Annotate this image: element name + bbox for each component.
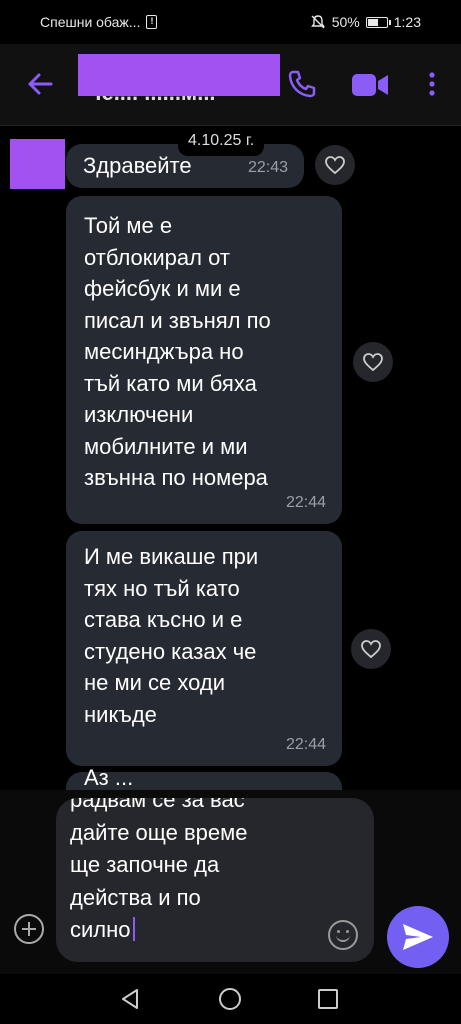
- message-bubble-partial[interactable]: Аз ...: [66, 765, 342, 792]
- emoji-icon[interactable]: [328, 920, 358, 950]
- send-button[interactable]: [387, 906, 449, 968]
- nav-recents-icon[interactable]: [318, 989, 338, 1009]
- like-button[interactable]: [353, 342, 393, 382]
- more-options-icon[interactable]: [420, 68, 444, 100]
- status-bar: Спешни обаж... ! 50% 1:23: [0, 0, 461, 44]
- contact-name-redaction: [78, 54, 280, 96]
- status-carrier-text: Спешни обаж...: [40, 14, 141, 30]
- date-separator: 4.10.25 г.: [178, 130, 265, 156]
- battery-percent: 50%: [331, 14, 360, 30]
- status-left: Спешни обаж... !: [40, 14, 158, 30]
- message-bubble[interactable]: Той ме е отблокирал от фейсбук и ми е пи…: [66, 196, 342, 524]
- system-nav-bar: [0, 974, 461, 1024]
- mute-icon: [310, 15, 325, 29]
- heart-icon: [325, 156, 345, 175]
- message-bubble[interactable]: И ме викаше при тях но тъй като става къ…: [66, 531, 342, 766]
- message-time: 22:44: [285, 494, 326, 511]
- heart-icon: [363, 353, 383, 372]
- message-text: И ме викаше при тях но тъй като става къ…: [84, 544, 259, 727]
- message-input[interactable]: радвам се за вас дайте още време ще запо…: [56, 798, 374, 962]
- heart-icon: [361, 640, 381, 659]
- status-right: 50% 1:23: [310, 14, 421, 30]
- clock: 1:23: [393, 14, 421, 30]
- back-arrow-icon[interactable]: [24, 68, 56, 100]
- like-button[interactable]: [351, 629, 391, 669]
- message-time: 22:44: [285, 736, 326, 753]
- nav-home-icon[interactable]: [219, 988, 241, 1010]
- message-text: Той ме е отблокирал от фейсбук и ми е пи…: [84, 213, 271, 490]
- message-text: Здравейте: [83, 153, 192, 178]
- nav-back-icon[interactable]: [120, 988, 142, 1010]
- phone-call-icon[interactable]: [286, 68, 318, 100]
- text-cursor: [132, 917, 135, 941]
- video-call-icon[interactable]: [350, 70, 390, 100]
- like-button[interactable]: [315, 145, 355, 185]
- chat-header: Че.... ......м...: [0, 44, 461, 126]
- message-input-value: радвам се за вас дайте още време ще запо…: [70, 798, 248, 942]
- message-time: 22:43: [247, 159, 288, 176]
- message-text: Аз ...: [84, 765, 134, 790]
- composer: радвам се за вас дайте още време ще запо…: [0, 790, 461, 974]
- message-input-text[interactable]: радвам се за вас дайте още време ще запо…: [70, 798, 340, 947]
- battery-icon: [365, 16, 391, 28]
- send-icon: [403, 924, 433, 950]
- sim-alert-icon: !: [146, 15, 158, 29]
- avatar[interactable]: [10, 139, 65, 189]
- add-attachment-icon[interactable]: [14, 914, 44, 944]
